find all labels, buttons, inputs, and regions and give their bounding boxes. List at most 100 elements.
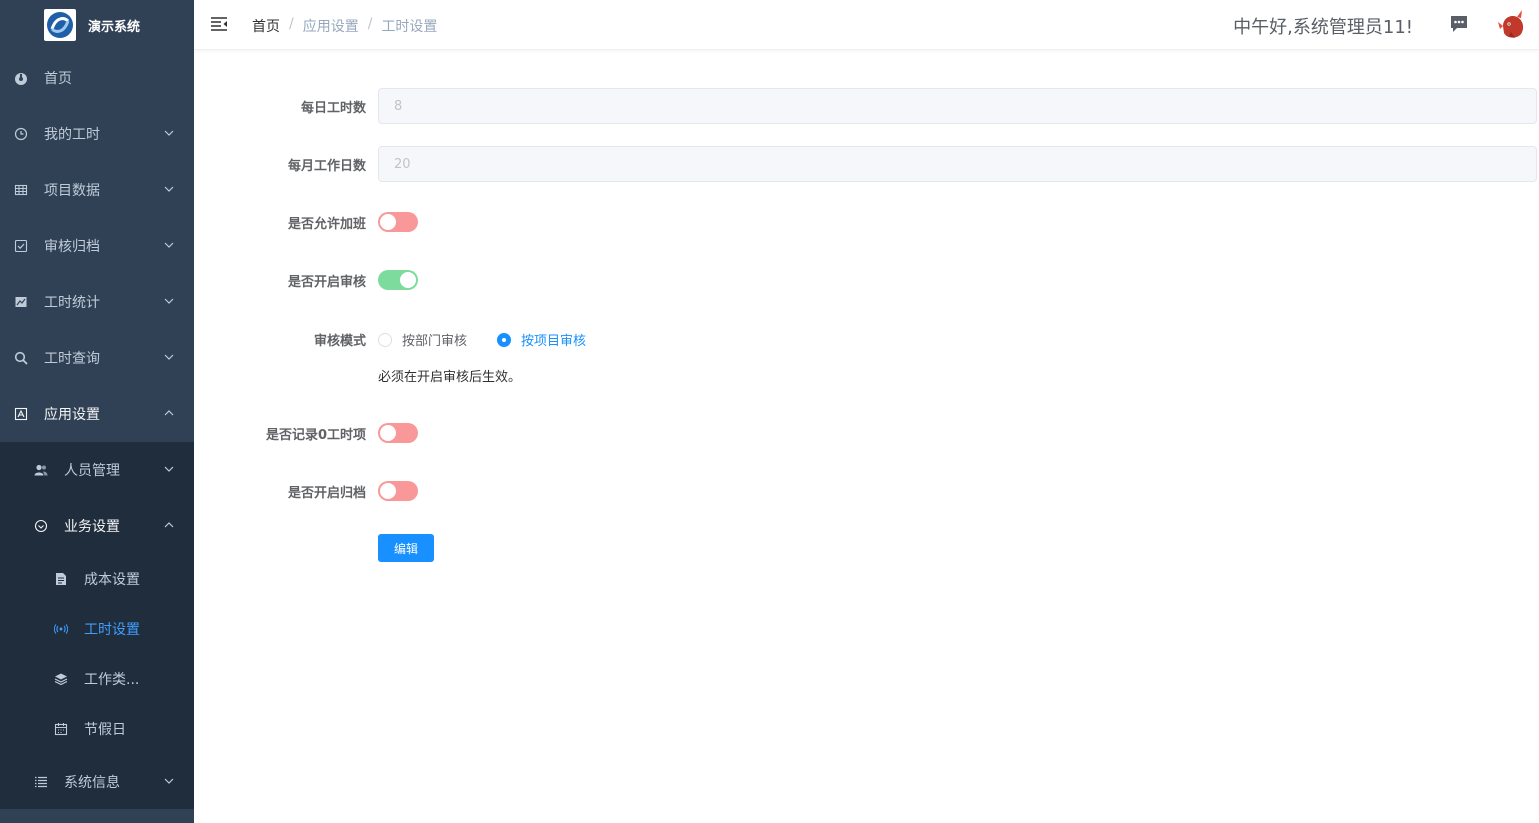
breadcrumb-item-home[interactable]: 首页 bbox=[252, 16, 280, 36]
sidebar-item-label: 工时设置 bbox=[84, 622, 140, 638]
sidebar: 演示系统 首页 我的工时 项目数据 审核归档 工时统计 工时查询 应用设置 人员… bbox=[0, 0, 194, 823]
chevron-down-icon bbox=[164, 130, 174, 136]
sidebar-item-app-settings[interactable]: 应用设置 bbox=[0, 386, 194, 442]
circle-check-icon bbox=[34, 519, 48, 533]
sidebar-item-project-data[interactable]: 项目数据 bbox=[0, 162, 194, 218]
sidebar-item-holidays[interactable]: 节假日 bbox=[0, 704, 194, 754]
sidebar-item-review-archive[interactable]: 审核归档 bbox=[0, 218, 194, 274]
daily-hours-field-wrapper bbox=[378, 88, 1537, 124]
enable-review-switch[interactable] bbox=[378, 270, 418, 290]
form-row-review-mode: 审核模式 按部门审核 按项目审核 bbox=[194, 329, 1539, 349]
form-row-enable-review: 是否开启审核 bbox=[194, 270, 1539, 290]
sidebar-item-home[interactable]: 首页 bbox=[0, 50, 194, 106]
form-row-monthly-days: 每月工作日数 bbox=[194, 146, 1539, 182]
sidebar-item-label: 节假日 bbox=[84, 722, 126, 738]
navbar: 首页 / 应用设置 / 工时设置 中午好,系统管理员11! bbox=[194, 0, 1539, 50]
chart-icon bbox=[14, 295, 28, 309]
breadcrumb-separator: / bbox=[367, 16, 373, 32]
sidebar-item-label: 人员管理 bbox=[64, 463, 120, 479]
review-by-project-radio[interactable]: 按项目审核 bbox=[497, 330, 586, 349]
layers-icon bbox=[54, 672, 68, 686]
radio-circle bbox=[497, 332, 512, 347]
breadcrumb-separator: / bbox=[289, 16, 294, 32]
radio-label: 按项目审核 bbox=[521, 334, 587, 349]
switch-knob bbox=[380, 214, 396, 230]
avatar[interactable] bbox=[1497, 8, 1529, 42]
clock-icon bbox=[14, 127, 28, 141]
review-mode-radio-group: 按部门审核 按项目审核 bbox=[378, 330, 616, 349]
sidebar-item-label: 项目数据 bbox=[44, 183, 100, 199]
main-content: 每日工时数 每月工作日数 是否允许加班 是否开启审核 审核模式 按部门 bbox=[194, 50, 1539, 823]
app-settings-submenu: 人员管理 业务设置 成本设置 工时设置 工作类... 节假日 系统信息 bbox=[0, 442, 194, 810]
switch-knob bbox=[400, 272, 416, 288]
sidebar-item-label: 工时查询 bbox=[44, 351, 100, 367]
sidebar-item-label: 我的工时 bbox=[44, 127, 100, 143]
breadcrumb-item-current: 工时设置 bbox=[381, 19, 438, 35]
chevron-up-icon bbox=[164, 410, 174, 416]
chevron-down-icon bbox=[164, 242, 174, 248]
sidebar-item-label: 系统信息 bbox=[64, 775, 120, 791]
daily-hours-input[interactable] bbox=[379, 89, 1536, 123]
sidebar-item-personnel[interactable]: 人员管理 bbox=[0, 442, 194, 498]
review-mode-label: 审核模式 bbox=[313, 334, 366, 349]
record-zero-switch[interactable] bbox=[378, 423, 418, 443]
form-row-record-zero: 是否记录0工时项 bbox=[194, 423, 1539, 443]
sidebar-item-hour-stats[interactable]: 工时统计 bbox=[0, 274, 194, 330]
sidebar-item-cost-settings[interactable]: 成本设置 bbox=[0, 554, 194, 604]
daily-hours-label: 每日工时数 bbox=[300, 101, 366, 116]
breadcrumb-item-app-settings: 应用设置 bbox=[302, 19, 359, 35]
sidebar-item-work-types[interactable]: 工作类... bbox=[0, 654, 194, 704]
review-by-department-radio[interactable]: 按部门审核 bbox=[378, 330, 467, 349]
form-row-daily-hours: 每日工时数 bbox=[194, 88, 1539, 124]
search-icon bbox=[14, 351, 28, 365]
chevron-down-icon bbox=[164, 466, 174, 472]
sidebar-item-business-settings[interactable]: 业务设置 bbox=[0, 498, 194, 554]
monthly-days-input[interactable] bbox=[379, 147, 1536, 181]
chevron-down-icon bbox=[164, 778, 174, 784]
calendar-icon bbox=[54, 722, 68, 736]
document-icon bbox=[54, 572, 68, 586]
sidebar-item-system-info[interactable]: 系统信息 bbox=[0, 754, 194, 810]
list-icon bbox=[34, 775, 48, 789]
edit-button[interactable]: 编辑 bbox=[378, 534, 434, 562]
dashboard-icon bbox=[14, 71, 28, 85]
enable-archive-switch[interactable] bbox=[378, 481, 418, 501]
checkbox-icon bbox=[14, 239, 28, 253]
switch-knob bbox=[380, 483, 396, 499]
broadcast-icon bbox=[54, 622, 68, 636]
allow-overtime-label: 是否允许加班 bbox=[287, 217, 366, 232]
switch-knob bbox=[380, 425, 396, 441]
logo[interactable]: 演示系统 bbox=[0, 0, 194, 50]
sidebar-item-label: 审核归档 bbox=[44, 239, 100, 255]
sidebar-item-label: 应用设置 bbox=[44, 407, 100, 423]
form-row-enable-archive: 是否开启归档 bbox=[194, 481, 1539, 501]
sidebar-item-worktime-settings[interactable]: 工时设置 bbox=[0, 604, 194, 654]
enable-archive-label: 是否开启归档 bbox=[287, 486, 366, 501]
review-mode-hint: 必须在开启审核后生效。 bbox=[378, 370, 522, 385]
table-icon bbox=[14, 183, 28, 197]
enable-review-label: 是否开启审核 bbox=[287, 275, 366, 290]
sidebar-item-label: 工作类... bbox=[84, 672, 140, 688]
sidebar-item-label: 业务设置 bbox=[64, 519, 120, 535]
user-group-icon bbox=[34, 463, 48, 477]
breadcrumb: 首页 / 应用设置 / 工时设置 bbox=[252, 16, 437, 36]
radio-label: 按部门审核 bbox=[402, 334, 468, 349]
chevron-down-icon bbox=[164, 354, 174, 360]
radio-circle bbox=[378, 332, 392, 347]
menu-fold-icon[interactable] bbox=[210, 15, 228, 33]
user-greeting: 中午好,系统管理员11! bbox=[1233, 17, 1413, 38]
form-row-allow-overtime: 是否允许加班 bbox=[194, 212, 1539, 232]
app-title: 演示系统 bbox=[88, 19, 141, 35]
sidebar-footer bbox=[0, 809, 194, 823]
allow-overtime-switch[interactable] bbox=[378, 212, 418, 232]
chevron-up-icon bbox=[164, 522, 174, 528]
message-icon[interactable] bbox=[1449, 15, 1469, 33]
monthly-days-field-wrapper bbox=[378, 146, 1537, 182]
sidebar-item-label: 工时统计 bbox=[44, 295, 100, 311]
monthly-days-label: 每月工作日数 bbox=[287, 159, 366, 174]
record-zero-label: 是否记录0工时项 bbox=[265, 428, 366, 443]
sidebar-item-my-hours[interactable]: 我的工时 bbox=[0, 106, 194, 162]
sidebar-item-label: 成本设置 bbox=[84, 572, 140, 588]
sidebar-item-hour-query[interactable]: 工时查询 bbox=[0, 330, 194, 386]
settings-icon bbox=[14, 407, 28, 421]
